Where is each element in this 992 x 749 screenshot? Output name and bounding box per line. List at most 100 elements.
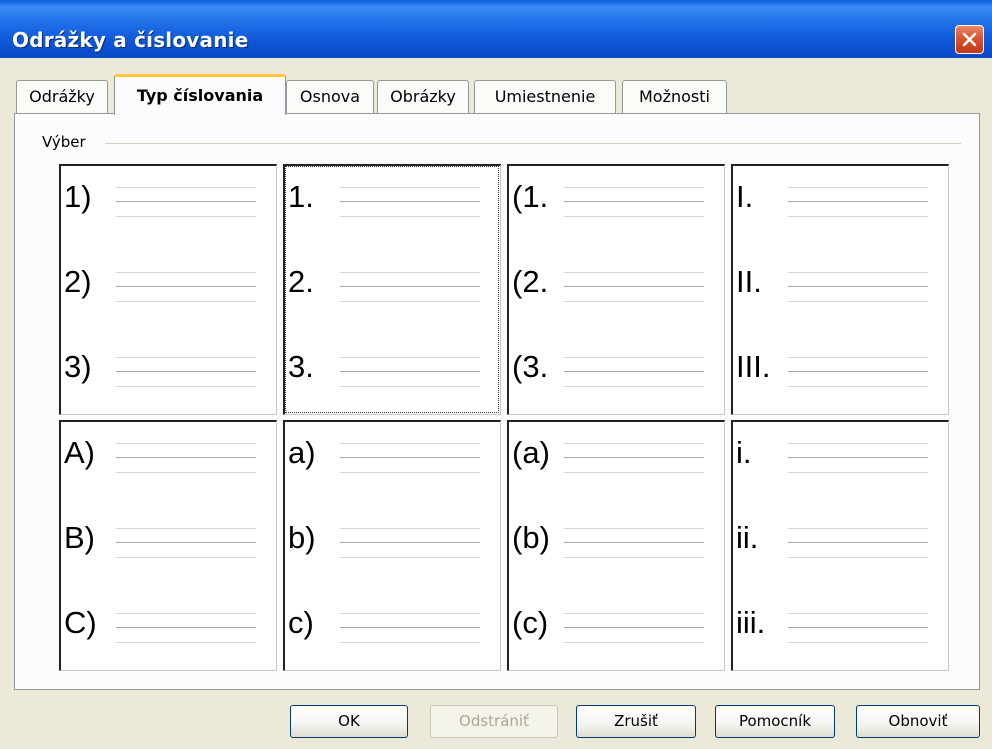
help-button[interactable]: Pomocník	[715, 705, 835, 738]
preview-line	[116, 542, 256, 543]
preview-line	[116, 528, 256, 529]
preview-line	[116, 357, 256, 358]
preview-line	[788, 557, 928, 558]
dialog-window: Odrážky a číslovanie Odrážky Typ číslova…	[0, 0, 992, 749]
preview-line	[116, 201, 256, 202]
preview-line	[788, 187, 928, 188]
tab-moznosti[interactable]: Možnosti	[622, 80, 727, 113]
preview-line	[340, 357, 480, 358]
preview-line	[340, 443, 480, 444]
tab-panel: Výber 1) 2) 3) 1. 2. 3. (1. (2. (3. I. II. III. A) B)…	[14, 113, 980, 690]
preview-line	[564, 371, 704, 372]
title-bar[interactable]: Odrážky a číslovanie	[0, 0, 992, 58]
tab-obrazky[interactable]: Obrázky	[377, 80, 469, 113]
preview-line	[116, 557, 256, 558]
preview-line	[788, 216, 928, 217]
preview-line	[340, 201, 480, 202]
numbering-style-option[interactable]: I. II. III.	[731, 164, 949, 415]
dialog-title: Odrážky a číslovanie	[12, 28, 249, 52]
numbering-label: a)	[288, 435, 316, 470]
preview-line	[116, 457, 256, 458]
preview-line	[340, 301, 480, 302]
numbering-style-option[interactable]: 1) 2) 3)	[59, 164, 277, 415]
preview-line	[788, 613, 928, 614]
preview-line	[340, 613, 480, 614]
preview-line	[788, 542, 928, 543]
numbering-label: (2.	[512, 264, 549, 299]
numbering-label: (b)	[512, 520, 550, 555]
numbering-label: iii.	[736, 605, 766, 640]
preview-line	[340, 457, 480, 458]
selection-group-label: Výber	[42, 133, 92, 151]
close-button[interactable]	[955, 25, 984, 54]
numbering-label: 1.	[288, 179, 314, 214]
close-icon	[962, 32, 977, 47]
numbering-label: ii.	[736, 520, 759, 555]
numbering-label: 3.	[288, 349, 314, 384]
preview-line	[564, 642, 704, 643]
preview-line	[116, 286, 256, 287]
tab-umiestnenie[interactable]: Umiestnenie	[474, 80, 616, 113]
tab-osnova[interactable]: Osnova	[286, 80, 374, 113]
numbering-label: (1.	[512, 179, 549, 214]
ok-button[interactable]: OK	[290, 705, 408, 738]
numbering-style-option[interactable]: A) B) C)	[59, 420, 277, 671]
numbering-style-option[interactable]: i. ii. iii.	[731, 420, 949, 671]
numbering-label: (a)	[512, 435, 550, 470]
preview-line	[564, 457, 704, 458]
preview-line	[564, 386, 704, 387]
preview-line	[340, 371, 480, 372]
preview-line	[788, 472, 928, 473]
preview-line	[564, 286, 704, 287]
preview-line	[564, 216, 704, 217]
numbering-label: B)	[64, 520, 95, 555]
numbering-label: c)	[288, 605, 314, 640]
preview-line	[116, 613, 256, 614]
preview-line	[564, 301, 704, 302]
numbering-style-option[interactable]: (1. (2. (3.	[507, 164, 725, 415]
preview-line	[788, 627, 928, 628]
numbering-style-option[interactable]: 1. 2. 3.	[283, 164, 501, 415]
reset-button[interactable]: Obnoviť	[856, 705, 980, 738]
numbering-label: C)	[64, 605, 97, 640]
preview-line	[116, 272, 256, 273]
preview-line	[564, 528, 704, 529]
preview-line	[564, 443, 704, 444]
preview-line	[564, 613, 704, 614]
preview-line	[788, 357, 928, 358]
preview-line	[116, 642, 256, 643]
numbering-style-option[interactable]: a) b) c)	[283, 420, 501, 671]
preview-line	[564, 627, 704, 628]
numbering-style-option[interactable]: (a) (b) (c)	[507, 420, 725, 671]
preview-line	[340, 286, 480, 287]
tab-odrazky[interactable]: Odrážky	[16, 80, 108, 113]
preview-line	[564, 557, 704, 558]
preview-line	[116, 301, 256, 302]
numbering-label: III.	[736, 349, 771, 384]
preview-line	[340, 557, 480, 558]
numbering-label: A)	[64, 435, 95, 470]
numbering-label: b)	[288, 520, 316, 555]
preview-line	[340, 627, 480, 628]
preview-line	[564, 357, 704, 358]
preview-line	[788, 286, 928, 287]
cancel-button[interactable]: Zrušiť	[576, 705, 696, 738]
preview-line	[564, 472, 704, 473]
preview-line	[340, 642, 480, 643]
remove-button[interactable]: Odstrániť	[430, 705, 558, 738]
preview-line	[564, 187, 704, 188]
numbering-label: 2)	[64, 264, 92, 299]
preview-line	[788, 201, 928, 202]
preview-line	[116, 216, 256, 217]
preview-line	[116, 386, 256, 387]
tab-typ-cislovania[interactable]: Typ číslovania	[114, 74, 286, 115]
preview-line	[788, 301, 928, 302]
preview-line	[340, 472, 480, 473]
preview-line	[788, 386, 928, 387]
preview-line	[340, 386, 480, 387]
preview-line	[788, 371, 928, 372]
preview-line	[788, 642, 928, 643]
preview-line	[116, 627, 256, 628]
preview-line	[116, 443, 256, 444]
group-divider	[105, 143, 961, 144]
